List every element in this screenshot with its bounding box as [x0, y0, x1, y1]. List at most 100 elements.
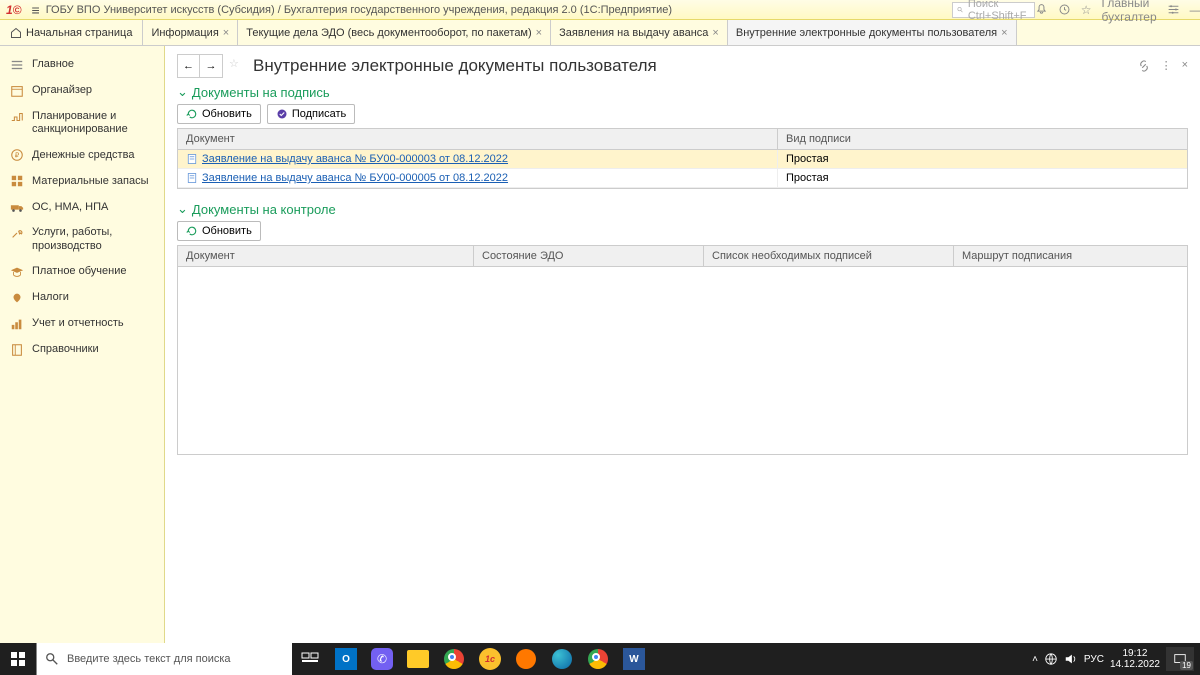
chrome-icon[interactable]: [436, 643, 472, 675]
tab-edo[interactable]: Текущие дела ЭДО (весь документооборот, …: [238, 20, 551, 45]
menu-icon[interactable]: ≡: [32, 2, 40, 18]
tray-expand-icon[interactable]: ˄: [1032, 654, 1038, 665]
chrome-secondary-icon[interactable]: [580, 643, 616, 675]
tab-label: Информация: [151, 27, 218, 39]
section-documents-control[interactable]: ⌄ Документы на контроле: [177, 201, 1188, 217]
sidebar-item-taxes[interactable]: Налоги: [0, 285, 164, 311]
back-button[interactable]: ←: [178, 55, 200, 77]
sidebar-item-reports[interactable]: Учет и отчетность: [0, 311, 164, 337]
sidebar-item-education[interactable]: Платное обучение: [0, 259, 164, 285]
tab-close-icon[interactable]: ×: [1001, 27, 1007, 39]
button-label: Обновить: [202, 225, 252, 237]
documents-control-table: Документ Состояние ЭДО Список необходимы…: [177, 245, 1188, 455]
user-label[interactable]: Главный бухгалтер: [1102, 0, 1157, 24]
column-document[interactable]: Документ: [178, 246, 474, 266]
sidebar-item-organizer[interactable]: Органайзер: [0, 78, 164, 104]
section-documents-to-sign[interactable]: ⌄ Документы на подпись: [177, 84, 1188, 100]
sidebar-item-main[interactable]: Главное: [0, 52, 164, 78]
tab-close-icon[interactable]: ×: [536, 27, 542, 39]
document-icon: [186, 153, 198, 165]
tab-internal-docs[interactable]: Внутренние электронные документы пользов…: [728, 20, 1017, 45]
chart-icon: [10, 317, 24, 331]
favorite-button[interactable]: ☆: [229, 57, 247, 75]
sidebar-label: ОС, НМА, НПА: [32, 201, 108, 214]
sign-button[interactable]: Подписать: [267, 104, 355, 124]
search-placeholder: Поиск Ctrl+Shift+F: [968, 0, 1030, 22]
button-label: Подписать: [292, 108, 346, 120]
document-icon: [186, 172, 198, 184]
language-indicator[interactable]: РУС: [1084, 654, 1104, 665]
close-content-button[interactable]: ×: [1182, 59, 1188, 73]
tab-label: Текущие дела ЭДО (весь документооборот, …: [246, 27, 531, 39]
app-orange-icon[interactable]: [508, 643, 544, 675]
link-icon[interactable]: [1137, 59, 1151, 73]
window-title: ГОБУ ВПО Университет искусств (Субсидия)…: [46, 4, 672, 16]
volume-icon[interactable]: [1064, 652, 1078, 666]
forward-button[interactable]: →: [200, 55, 222, 77]
home-icon: [10, 27, 22, 39]
outlook-icon[interactable]: O: [328, 643, 364, 675]
sidebar-item-materials[interactable]: Материальные запасы: [0, 168, 164, 194]
more-icon[interactable]: ⋮: [1161, 59, 1172, 73]
tab-information[interactable]: Информация ×: [143, 20, 238, 45]
content-header: ← → ☆ Внутренние электронные документы п…: [177, 54, 1188, 78]
task-view-icon[interactable]: [292, 643, 328, 675]
tab-home[interactable]: Начальная страница: [0, 20, 143, 45]
sidebar-item-assets[interactable]: ОС, НМА, НПА: [0, 194, 164, 220]
sidebar-label: Материальные запасы: [32, 175, 149, 188]
tab-label: Заявления на выдачу аванса: [559, 27, 708, 39]
column-document[interactable]: Документ: [178, 129, 778, 149]
sidebar-label: Учет и отчетность: [32, 317, 124, 330]
graduation-icon: [10, 265, 24, 279]
taskbar-search[interactable]: Введите здесь текст для поиска: [36, 643, 292, 675]
history-icon[interactable]: [1058, 3, 1071, 16]
column-signatures-list[interactable]: Список необходимых подписей: [704, 246, 954, 266]
document-link[interactable]: Заявление на выдачу аванса № БУ00-000005…: [202, 172, 508, 184]
tab-close-icon[interactable]: ×: [223, 27, 229, 39]
word-icon[interactable]: W: [616, 643, 652, 675]
edge-icon[interactable]: [544, 643, 580, 675]
sidebar: Главное Органайзер Планирование и санкци…: [0, 46, 165, 643]
app-1c-icon[interactable]: 1c: [472, 643, 508, 675]
explorer-icon[interactable]: [400, 643, 436, 675]
network-icon[interactable]: [1044, 652, 1058, 666]
refresh-button[interactable]: Обновить: [177, 221, 261, 241]
star-icon[interactable]: ☆: [1081, 3, 1092, 17]
tab-applications[interactable]: Заявления на выдачу аванса ×: [551, 20, 728, 45]
column-signature-type[interactable]: Вид подписи: [778, 129, 1187, 149]
column-route[interactable]: Маршрут подписания: [954, 246, 1187, 266]
boxes-icon: [10, 174, 24, 188]
clock[interactable]: 19:12 14.12.2022: [1110, 648, 1160, 670]
tools-icon: [10, 226, 24, 240]
column-edo-state[interactable]: Состояние ЭДО: [474, 246, 704, 266]
sidebar-label: Денежные средства: [32, 149, 134, 162]
tab-close-icon[interactable]: ×: [712, 27, 718, 39]
ruble-icon: ₽: [10, 148, 24, 162]
sidebar-label: Услуги, работы, производство: [32, 226, 154, 252]
sidebar-label: Справочники: [32, 343, 99, 356]
viber-icon[interactable]: ✆: [364, 643, 400, 675]
sidebar-item-planning[interactable]: Планирование и санкционирование: [0, 104, 164, 142]
planning-icon: [10, 110, 24, 124]
sidebar-item-money[interactable]: ₽ Денежные средства: [0, 142, 164, 168]
global-search-input[interactable]: Поиск Ctrl+Shift+F: [952, 2, 1035, 18]
table-row[interactable]: Заявление на выдачу аванса № БУ00-000005…: [178, 169, 1187, 188]
search-icon: [957, 5, 964, 15]
chevron-down-icon: ⌄: [177, 84, 188, 100]
button-label: Обновить: [202, 108, 252, 120]
documents-to-sign-table: Документ Вид подписи Заявление на выдачу…: [177, 128, 1188, 189]
sidebar-label: Органайзер: [32, 84, 92, 97]
settings-icon[interactable]: [1167, 3, 1180, 16]
start-button[interactable]: [0, 643, 36, 675]
sidebar-label: Главное: [32, 58, 74, 71]
minimize-button[interactable]: —: [1190, 3, 1200, 17]
table-row[interactable]: Заявление на выдачу аванса № БУ00-000003…: [178, 150, 1187, 169]
sidebar-item-catalogs[interactable]: Справочники: [0, 337, 164, 363]
notifications-button[interactable]: 19: [1166, 647, 1194, 671]
refresh-button[interactable]: Обновить: [177, 104, 261, 124]
sidebar-item-services[interactable]: Услуги, работы, производство: [0, 220, 164, 258]
logo-1c: 1©: [6, 3, 22, 17]
sidebar-label: Налоги: [32, 291, 69, 304]
document-link[interactable]: Заявление на выдачу аванса № БУ00-000003…: [202, 153, 508, 165]
bell-icon[interactable]: [1035, 3, 1048, 16]
